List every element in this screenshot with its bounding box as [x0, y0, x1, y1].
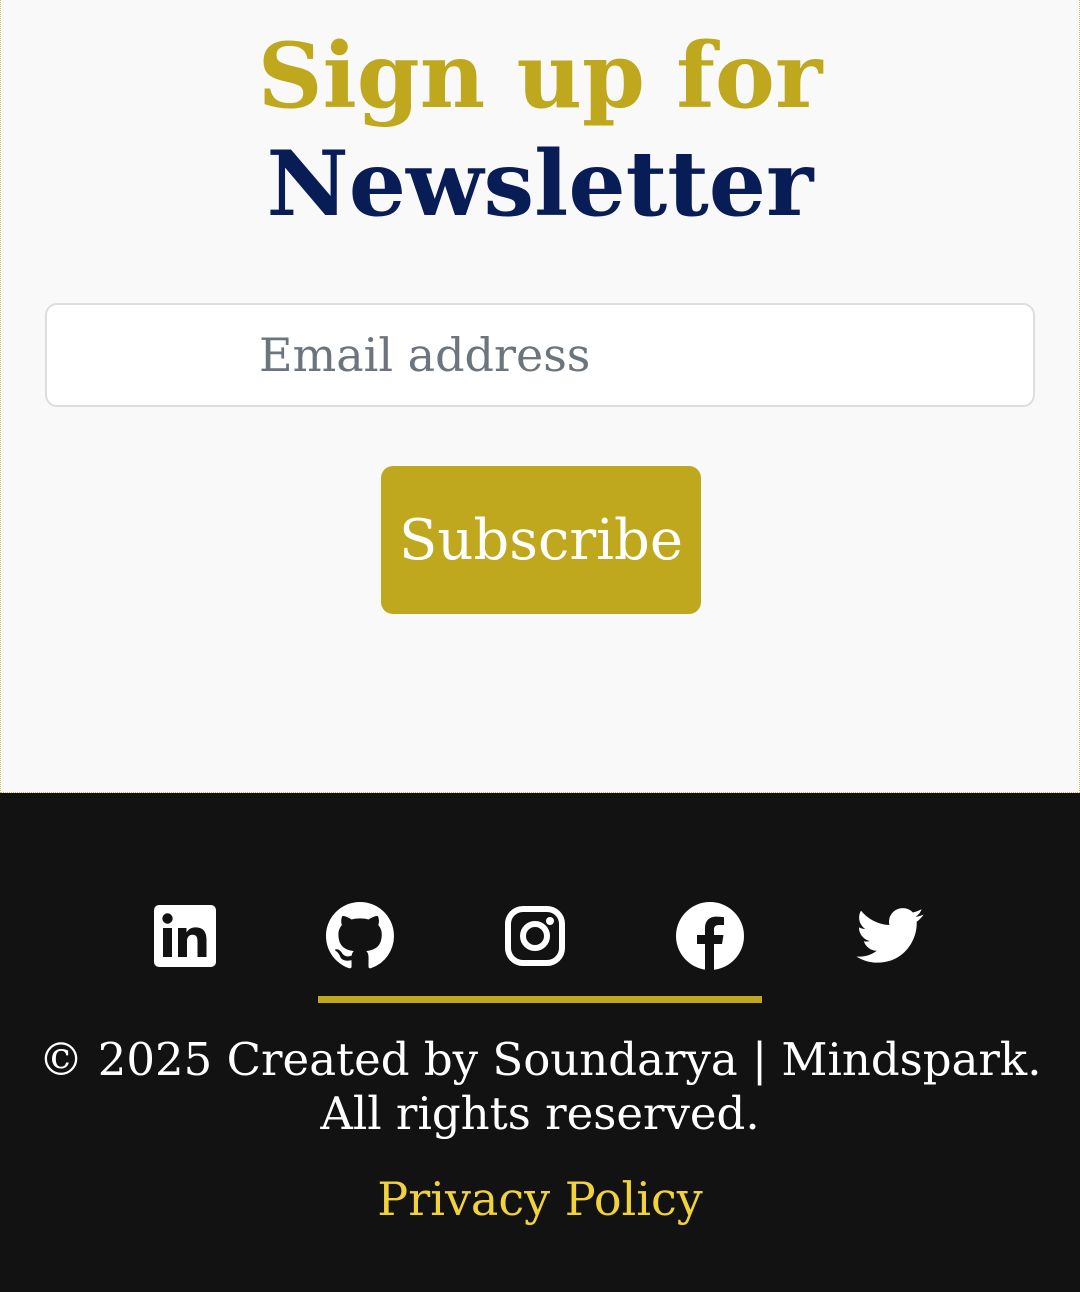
privacy-policy-link[interactable]: Privacy Policy — [0, 1171, 1080, 1227]
github-icon — [326, 902, 394, 969]
linkedin-icon — [154, 905, 216, 967]
twitter-icon — [856, 908, 924, 963]
facebook-link[interactable] — [672, 898, 748, 974]
newsletter-title: Sign up for Newsletter — [1, 22, 1079, 238]
copyright-text: © 2025 Created by Soundarya | Mindspark.… — [38, 1033, 1042, 1140]
footer-divider — [318, 996, 762, 1003]
github-link[interactable] — [322, 898, 398, 974]
instagram-icon — [505, 906, 565, 966]
newsletter-title-line1: Sign up for — [257, 23, 823, 129]
subscribe-button[interactable]: Subscribe — [381, 466, 701, 614]
newsletter-title-line2: Newsletter — [266, 131, 814, 237]
instagram-link[interactable] — [497, 898, 573, 974]
newsletter-section: Sign up for Newsletter Subscribe — [0, 0, 1080, 793]
footer: © 2025 Created by Soundarya | Mindspark.… — [0, 793, 1080, 1292]
twitter-link[interactable] — [852, 898, 928, 974]
email-input[interactable] — [45, 303, 1035, 407]
linkedin-link[interactable] — [147, 898, 223, 974]
facebook-icon — [676, 902, 744, 970]
